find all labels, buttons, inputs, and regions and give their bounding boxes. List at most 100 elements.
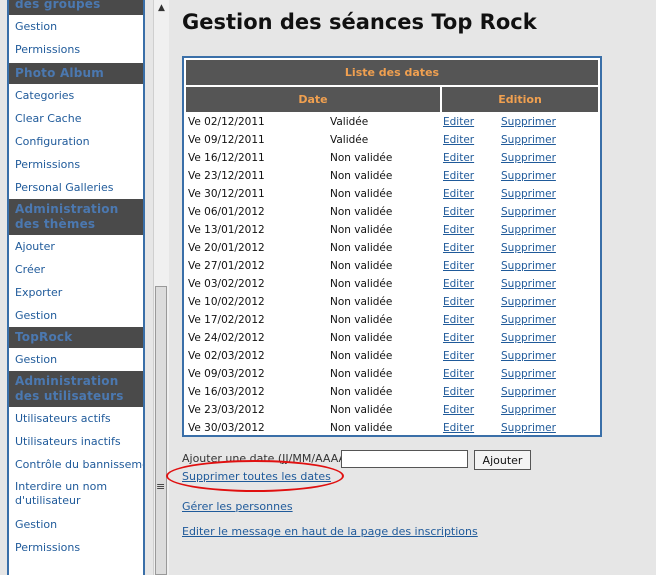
table-row: Ve 23/12/2011 Non validée Editer Supprimer (184, 167, 600, 185)
row-status: Validée (330, 134, 369, 146)
row-status: Non validée (330, 152, 393, 164)
row-date: Ve 23/03/2012 (188, 404, 265, 416)
row-date: Ve 17/02/2012 (188, 314, 265, 326)
edit-link[interactable]: Editer (443, 383, 474, 401)
sidebar-item-exporter[interactable]: Exporter (9, 281, 143, 304)
edit-link[interactable]: Editer (443, 365, 474, 383)
row-status: Non validée (330, 278, 393, 290)
edit-message-link[interactable]: Editer le message en haut de la page des… (182, 525, 478, 538)
row-status: Non validée (330, 260, 393, 272)
sidebar-item-configuration[interactable]: Configuration (9, 130, 143, 153)
edit-link[interactable]: Editer (443, 293, 474, 311)
row-status: Non validée (330, 332, 393, 344)
table-body: Ve 02/12/2011 Validée Editer Supprimer Ve 09… (184, 113, 600, 437)
delete-link[interactable]: Supprimer (501, 419, 556, 437)
table-row: Ve 20/01/2012 Non validée Editer Supprimer (184, 239, 600, 257)
edit-link[interactable]: Editer (443, 167, 474, 185)
row-status: Non validée (330, 314, 393, 326)
scroll-thumb[interactable] (155, 286, 167, 575)
row-date: Ve 02/12/2011 (188, 116, 265, 128)
table-row: Ve 10/02/2012 Non validée Editer Supprimer (184, 293, 600, 311)
row-date: Ve 09/12/2011 (188, 134, 265, 146)
table-row: Ve 02/12/2011 Validée Editer Supprimer (184, 113, 600, 131)
sidebar-heading-toprock: TopRock (9, 327, 143, 348)
edit-link[interactable]: Editer (443, 185, 474, 203)
scroll-up-arrow-icon[interactable]: ▲ (154, 0, 169, 16)
manage-people-link[interactable]: Gérer les personnes (182, 500, 293, 513)
delete-link[interactable]: Supprimer (501, 185, 556, 203)
table-row: Ve 30/12/2011 Non validée Editer Supprimer (184, 185, 600, 203)
edit-link[interactable]: Editer (443, 203, 474, 221)
sidebar-item-themes-gestion[interactable]: Gestion (9, 304, 143, 327)
sidebar-item-groups-gestion[interactable]: Gestion (9, 15, 143, 38)
table-row: Ve 16/12/2011 Non validée Editer Supprimer (184, 149, 600, 167)
delete-link[interactable]: Supprimer (501, 203, 556, 221)
sidebar-item-ban-username[interactable]: Interdire un nom d'utilisateur (9, 476, 143, 513)
table-row: Ve 02/03/2012 Non validée Editer Supprimer (184, 347, 600, 365)
add-date-label: Ajouter une date (JJ/MM/AAAA) (182, 452, 351, 465)
row-date: Ve 27/01/2012 (188, 260, 265, 272)
sidebar-item-toprock-gestion[interactable]: Gestion (9, 348, 143, 371)
row-status: Validée (330, 116, 369, 128)
delete-link[interactable]: Supprimer (501, 221, 556, 239)
delete-link[interactable]: Supprimer (501, 131, 556, 149)
edit-link[interactable]: Editer (443, 329, 474, 347)
sidebar-item-inactive-users[interactable]: Utilisateurs inactifs (9, 430, 143, 453)
sidebar-item-ban-control[interactable]: Contrôle du bannissement (9, 453, 143, 476)
table-row: Ve 09/12/2011 Validée Editer Supprimer (184, 131, 600, 149)
delete-link[interactable]: Supprimer (501, 149, 556, 167)
edit-link[interactable]: Editer (443, 113, 474, 131)
sidebar-item-active-users[interactable]: Utilisateurs actifs (9, 407, 143, 430)
sidebar-item-groups-permissions[interactable]: Permissions (9, 38, 143, 61)
table-row: Ve 27/01/2012 Non validée Editer Supprimer (184, 257, 600, 275)
add-date-input[interactable] (341, 450, 468, 468)
edit-link[interactable]: Editer (443, 419, 474, 437)
sidebar-heading-photo-album: Photo Album (9, 63, 143, 84)
sidebar-item-ajouter[interactable]: Ajouter (9, 235, 143, 258)
edit-link[interactable]: Editer (443, 311, 474, 329)
row-status: Non validée (330, 188, 393, 200)
delete-link[interactable]: Supprimer (501, 365, 556, 383)
edit-link[interactable]: Editer (443, 239, 474, 257)
delete-link[interactable]: Supprimer (501, 401, 556, 419)
delete-link[interactable]: Supprimer (501, 311, 556, 329)
add-button[interactable]: Ajouter (474, 450, 531, 470)
sidebar-item-album-permissions[interactable]: Permissions (9, 153, 143, 176)
edit-link[interactable]: Editer (443, 257, 474, 275)
delete-link[interactable]: Supprimer (501, 329, 556, 347)
sidebar-item-categories[interactable]: Categories (9, 84, 143, 107)
edit-link[interactable]: Editer (443, 347, 474, 365)
row-date: Ve 24/02/2012 (188, 332, 265, 344)
sidebar-item-clear-cache[interactable]: Clear Cache (9, 107, 143, 130)
edit-link[interactable]: Editer (443, 221, 474, 239)
sidebar-item-users-permissions[interactable]: Permissions (9, 536, 143, 559)
sidebar-item-users-gestion[interactable]: Gestion (9, 513, 143, 536)
sidebar-item-personal-galleries[interactable]: Personal Galleries (9, 176, 143, 199)
delete-link[interactable]: Supprimer (501, 239, 556, 257)
delete-link[interactable]: Supprimer (501, 113, 556, 131)
delete-link[interactable]: Supprimer (501, 275, 556, 293)
dates-table: Liste des dates Date Edition Ve 02/12/20… (182, 56, 602, 437)
delete-link[interactable]: Supprimer (501, 347, 556, 365)
edit-link[interactable]: Editer (443, 131, 474, 149)
delete-all-dates-link[interactable]: Supprimer toutes les dates (182, 470, 331, 483)
sidebar-item-creer[interactable]: Créer (9, 258, 143, 281)
table-row: Ve 17/02/2012 Non validée Editer Supprimer (184, 311, 600, 329)
delete-link[interactable]: Supprimer (501, 383, 556, 401)
row-status: Non validée (330, 242, 393, 254)
row-status: Non validée (330, 206, 393, 218)
table-row: Ve 09/03/2012 Non validée Editer Supprimer (184, 365, 600, 383)
delete-link[interactable]: Supprimer (501, 257, 556, 275)
edit-link[interactable]: Editer (443, 401, 474, 419)
delete-link[interactable]: Supprimer (501, 293, 556, 311)
table-row: Ve 13/01/2012 Non validée Editer Supprimer (184, 221, 600, 239)
column-header-date: Date (186, 87, 440, 112)
edit-link[interactable]: Editer (443, 149, 474, 167)
sidebar-heading-users: Administration des utilisateurs (9, 371, 143, 407)
row-status: Non validée (330, 224, 393, 236)
page-title: Gestion des séances Top Rock (182, 10, 537, 34)
edit-link[interactable]: Editer (443, 275, 474, 293)
resize-grip-icon[interactable]: ≡ (156, 480, 165, 493)
delete-link[interactable]: Supprimer (501, 167, 556, 185)
row-date: Ve 02/03/2012 (188, 350, 265, 362)
